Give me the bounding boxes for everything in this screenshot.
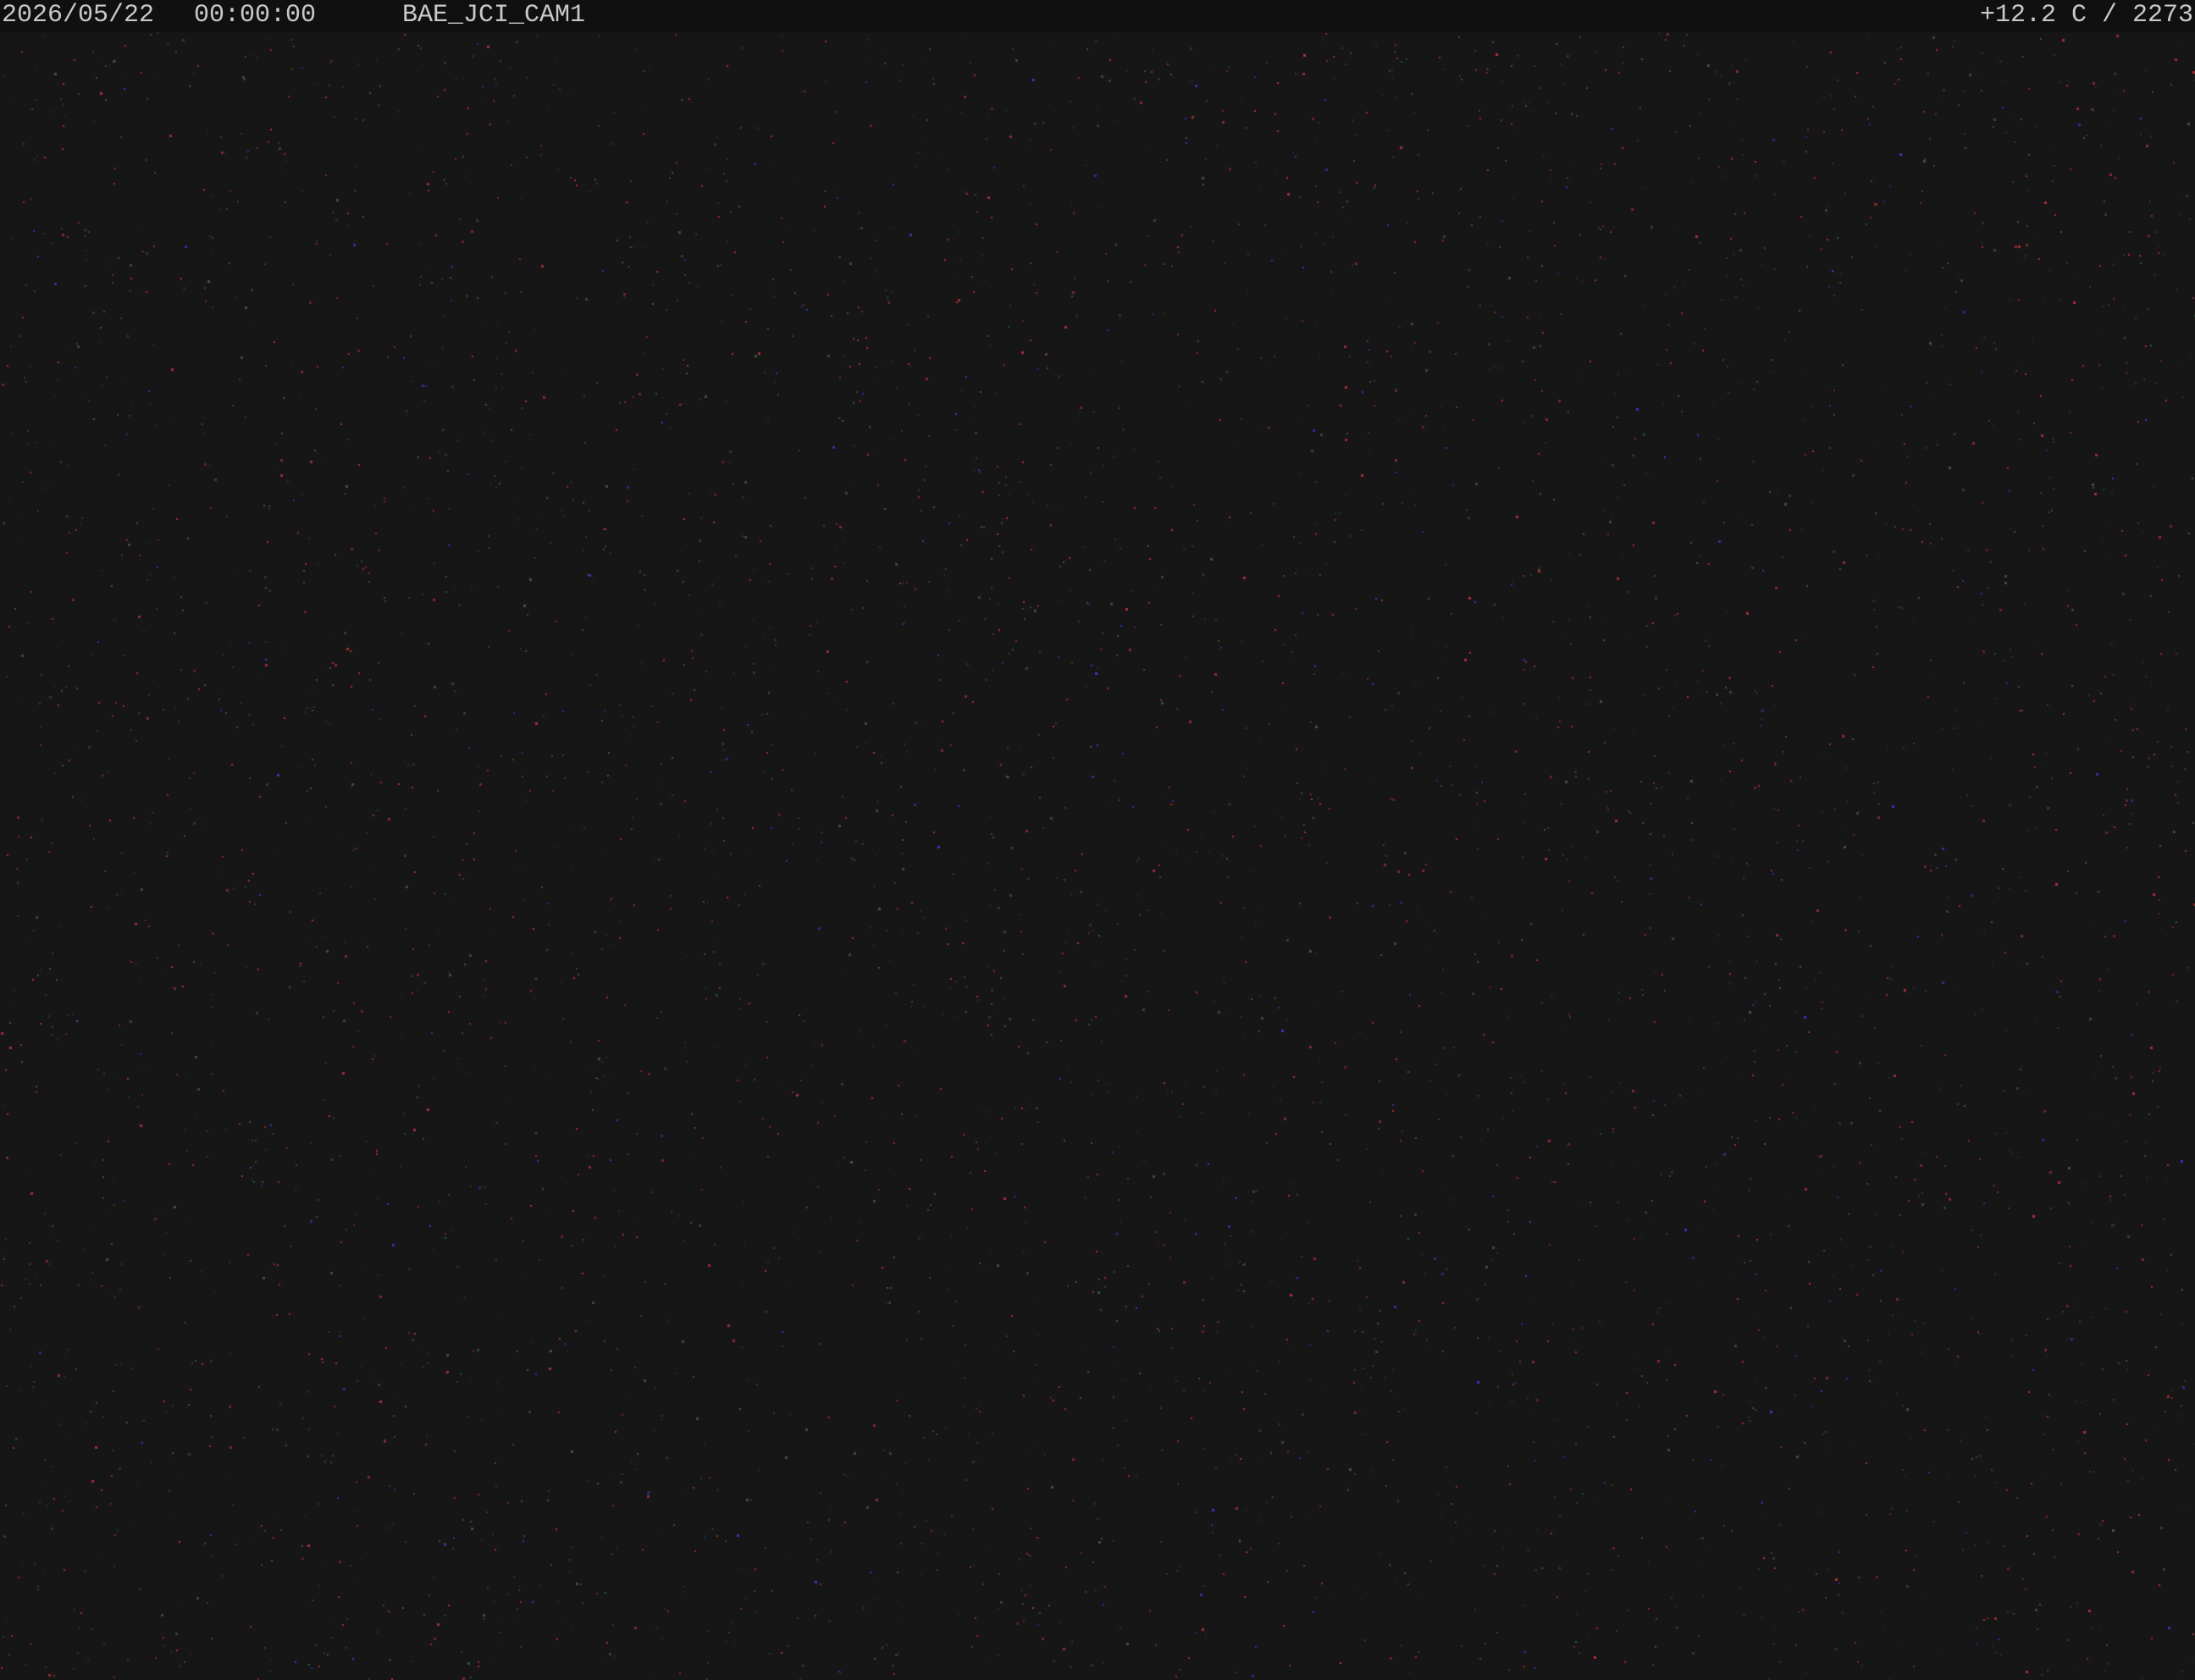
night-sky-sensor-noise	[0, 32, 2195, 1680]
osd-temperature-counter: +12.2 C / 2273	[1979, 1, 2193, 30]
osd-date: 2026/05/22	[2, 1, 155, 30]
osd-camera-name: BAE_JCI_CAM1	[402, 1, 586, 30]
osd-time: 00:00:00	[194, 1, 317, 30]
camera-frame: 2026/05/22 00:00:00 BAE_JCI_CAM1 +12.2 C…	[0, 0, 2195, 1680]
osd-overlay-bar: 2026/05/22 00:00:00 BAE_JCI_CAM1 +12.2 C…	[0, 0, 2195, 32]
